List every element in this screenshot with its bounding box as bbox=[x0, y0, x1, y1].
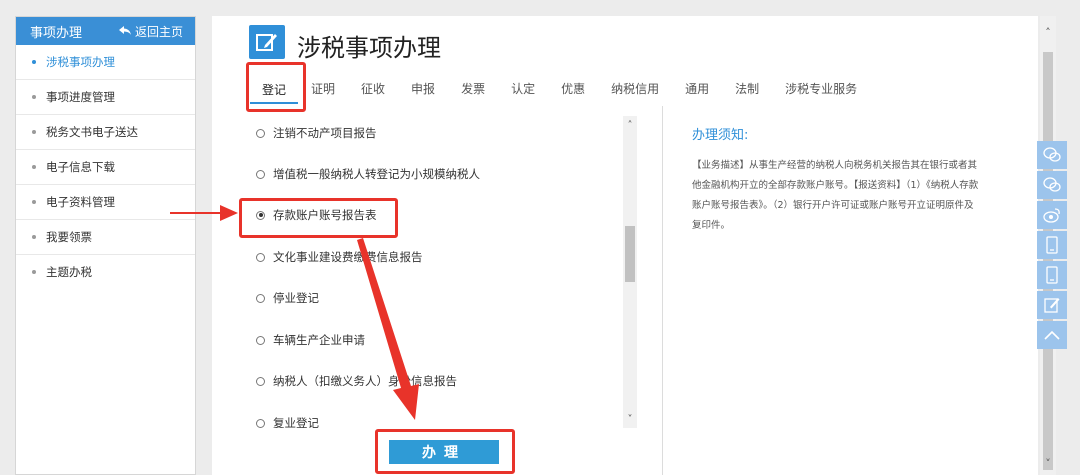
back-home-link[interactable]: 返回主页 bbox=[118, 23, 183, 40]
radio-option[interactable]: 注销不动产项目报告 bbox=[240, 123, 377, 143]
sidebar-item-label: 涉税事项办理 bbox=[46, 55, 115, 69]
option-label: 注销不动产项目报告 bbox=[273, 126, 377, 140]
sidebar-item-progress[interactable]: 事项进度管理 bbox=[16, 80, 195, 115]
divider bbox=[662, 106, 663, 475]
tab-registration[interactable]: 登记 bbox=[250, 74, 299, 104]
bullet-icon bbox=[32, 60, 36, 64]
bullet-icon bbox=[32, 165, 36, 169]
bullet-icon bbox=[32, 200, 36, 204]
option-label: 存款账户账号报告表 bbox=[273, 208, 377, 222]
bullet-icon bbox=[32, 95, 36, 99]
weibo-icon[interactable] bbox=[1037, 201, 1067, 229]
option-label: 增值税一般纳税人转登记为小规模纳税人 bbox=[273, 167, 480, 181]
tab-invoice[interactable]: 发票 bbox=[448, 74, 498, 104]
option-label: 停业登记 bbox=[273, 291, 319, 305]
main-panel: 涉税事项办理 登记 证明 征收 申报 发票 认定 优惠 纳税信用 通用 法制 涉… bbox=[212, 16, 1038, 475]
radio-button[interactable] bbox=[256, 418, 265, 428]
radio-option[interactable]: 车辆生产企业申请 bbox=[240, 330, 365, 350]
sidebar-item-get-invoice[interactable]: 我要领票 bbox=[16, 220, 195, 255]
sidebar-item-label: 税务文书电子送达 bbox=[46, 125, 138, 139]
sidebar-item-label: 事项进度管理 bbox=[46, 90, 115, 104]
chevron-down-icon[interactable]: ˅ bbox=[623, 412, 637, 426]
tab-preferential[interactable]: 优惠 bbox=[548, 74, 598, 104]
sidebar-item-e-documents[interactable]: 电子资料管理 bbox=[16, 185, 195, 220]
sidebar-item-e-delivery[interactable]: 税务文书电子送达 bbox=[16, 115, 195, 150]
edit-icon bbox=[249, 25, 285, 59]
bullet-icon bbox=[32, 235, 36, 239]
radio-option[interactable]: 文化事业建设费缴费信息报告 bbox=[240, 247, 423, 267]
scrollbar-thumb[interactable] bbox=[625, 226, 635, 282]
tab-certification[interactable]: 认定 bbox=[498, 74, 548, 104]
mobile-icon[interactable] bbox=[1037, 231, 1067, 259]
bullet-icon bbox=[32, 130, 36, 134]
floating-toolbar bbox=[1037, 141, 1067, 351]
option-list: 注销不动产项目报告 增值税一般纳税人转登记为小规模纳税人 存款账户账号报告表 文… bbox=[240, 116, 636, 428]
tab-bar: 登记 证明 征收 申报 发票 认定 优惠 纳税信用 通用 法制 涉税专业服务 bbox=[250, 74, 1030, 104]
sidebar-title: 事项办理 bbox=[30, 25, 83, 41]
tab-legal[interactable]: 法制 bbox=[722, 74, 772, 104]
tab-professional-services[interactable]: 涉税专业服务 bbox=[772, 74, 870, 104]
sidebar-item-label: 我要领票 bbox=[46, 230, 92, 244]
radio-option[interactable]: 停业登记 bbox=[240, 288, 319, 308]
radio-option[interactable]: 增值税一般纳税人转登记为小规模纳税人 bbox=[240, 164, 480, 184]
page-title: 涉税事项办理 bbox=[297, 34, 441, 62]
back-arrow-icon bbox=[118, 26, 131, 35]
radio-button[interactable] bbox=[256, 376, 265, 386]
back-to-top-icon[interactable] bbox=[1037, 321, 1067, 349]
sidebar-item-tax-matters[interactable]: 涉税事项办理 bbox=[16, 45, 195, 80]
sidebar-item-download[interactable]: 电子信息下载 bbox=[16, 150, 195, 185]
sidebar-header: 事项办理 返回主页 bbox=[16, 17, 195, 45]
option-list-scrollbar[interactable]: ˄ ˅ bbox=[623, 116, 637, 428]
radio-option[interactable]: 复业登记 bbox=[240, 413, 319, 428]
bullet-icon bbox=[32, 270, 36, 274]
mobile-icon[interactable] bbox=[1037, 261, 1067, 289]
option-label: 复业登记 bbox=[273, 416, 319, 428]
sidebar: 事项办理 返回主页 涉税事项办理 事项进度管理 税务文书电子送达 电子信息下载 … bbox=[15, 16, 196, 475]
back-home-label: 返回主页 bbox=[134, 24, 183, 39]
sidebar-item-label: 电子资料管理 bbox=[46, 195, 115, 209]
sidebar-item-label: 主题办税 bbox=[46, 265, 92, 279]
radio-option-selected[interactable]: 存款账户账号报告表 bbox=[240, 205, 377, 225]
tab-certificate[interactable]: 证明 bbox=[298, 74, 348, 104]
radio-option[interactable]: 纳税人（扣缴义务人）身份信息报告 bbox=[240, 371, 457, 391]
tab-declaration[interactable]: 申报 bbox=[398, 74, 448, 104]
option-label: 纳税人（扣缴义务人）身份信息报告 bbox=[273, 374, 457, 388]
radio-button[interactable] bbox=[256, 169, 265, 179]
wechat-icon[interactable] bbox=[1037, 171, 1067, 199]
option-label: 文化事业建设费缴费信息报告 bbox=[273, 250, 423, 264]
radio-button[interactable] bbox=[256, 335, 265, 345]
tab-general[interactable]: 通用 bbox=[672, 74, 722, 104]
radio-button[interactable] bbox=[256, 128, 265, 138]
notes-title: 办理须知: bbox=[692, 128, 749, 143]
radio-button-checked[interactable] bbox=[256, 210, 265, 220]
tab-collection[interactable]: 征收 bbox=[348, 74, 398, 104]
notes-body: 【业务描述】从事生产经营的纳税人向税务机关报告其在银行或者其他金融机构开立的全部… bbox=[692, 160, 979, 231]
sidebar-item-label: 电子信息下载 bbox=[46, 160, 115, 174]
option-label: 车辆生产企业申请 bbox=[273, 333, 365, 347]
tab-tax-credit[interactable]: 纳税信用 bbox=[598, 74, 672, 104]
chevron-up-icon[interactable]: ˄ bbox=[623, 118, 637, 132]
submit-button[interactable]: 办理 bbox=[389, 440, 499, 464]
radio-button[interactable] bbox=[256, 252, 265, 262]
radio-button[interactable] bbox=[256, 293, 265, 303]
feedback-icon[interactable] bbox=[1037, 291, 1067, 319]
sidebar-item-theme-tax[interactable]: 主题办税 bbox=[16, 255, 195, 289]
wechat-icon[interactable] bbox=[1037, 141, 1067, 169]
chevron-down-icon[interactable]: ˅ bbox=[1040, 455, 1056, 471]
chevron-up-icon[interactable]: ˄ bbox=[1040, 24, 1056, 40]
